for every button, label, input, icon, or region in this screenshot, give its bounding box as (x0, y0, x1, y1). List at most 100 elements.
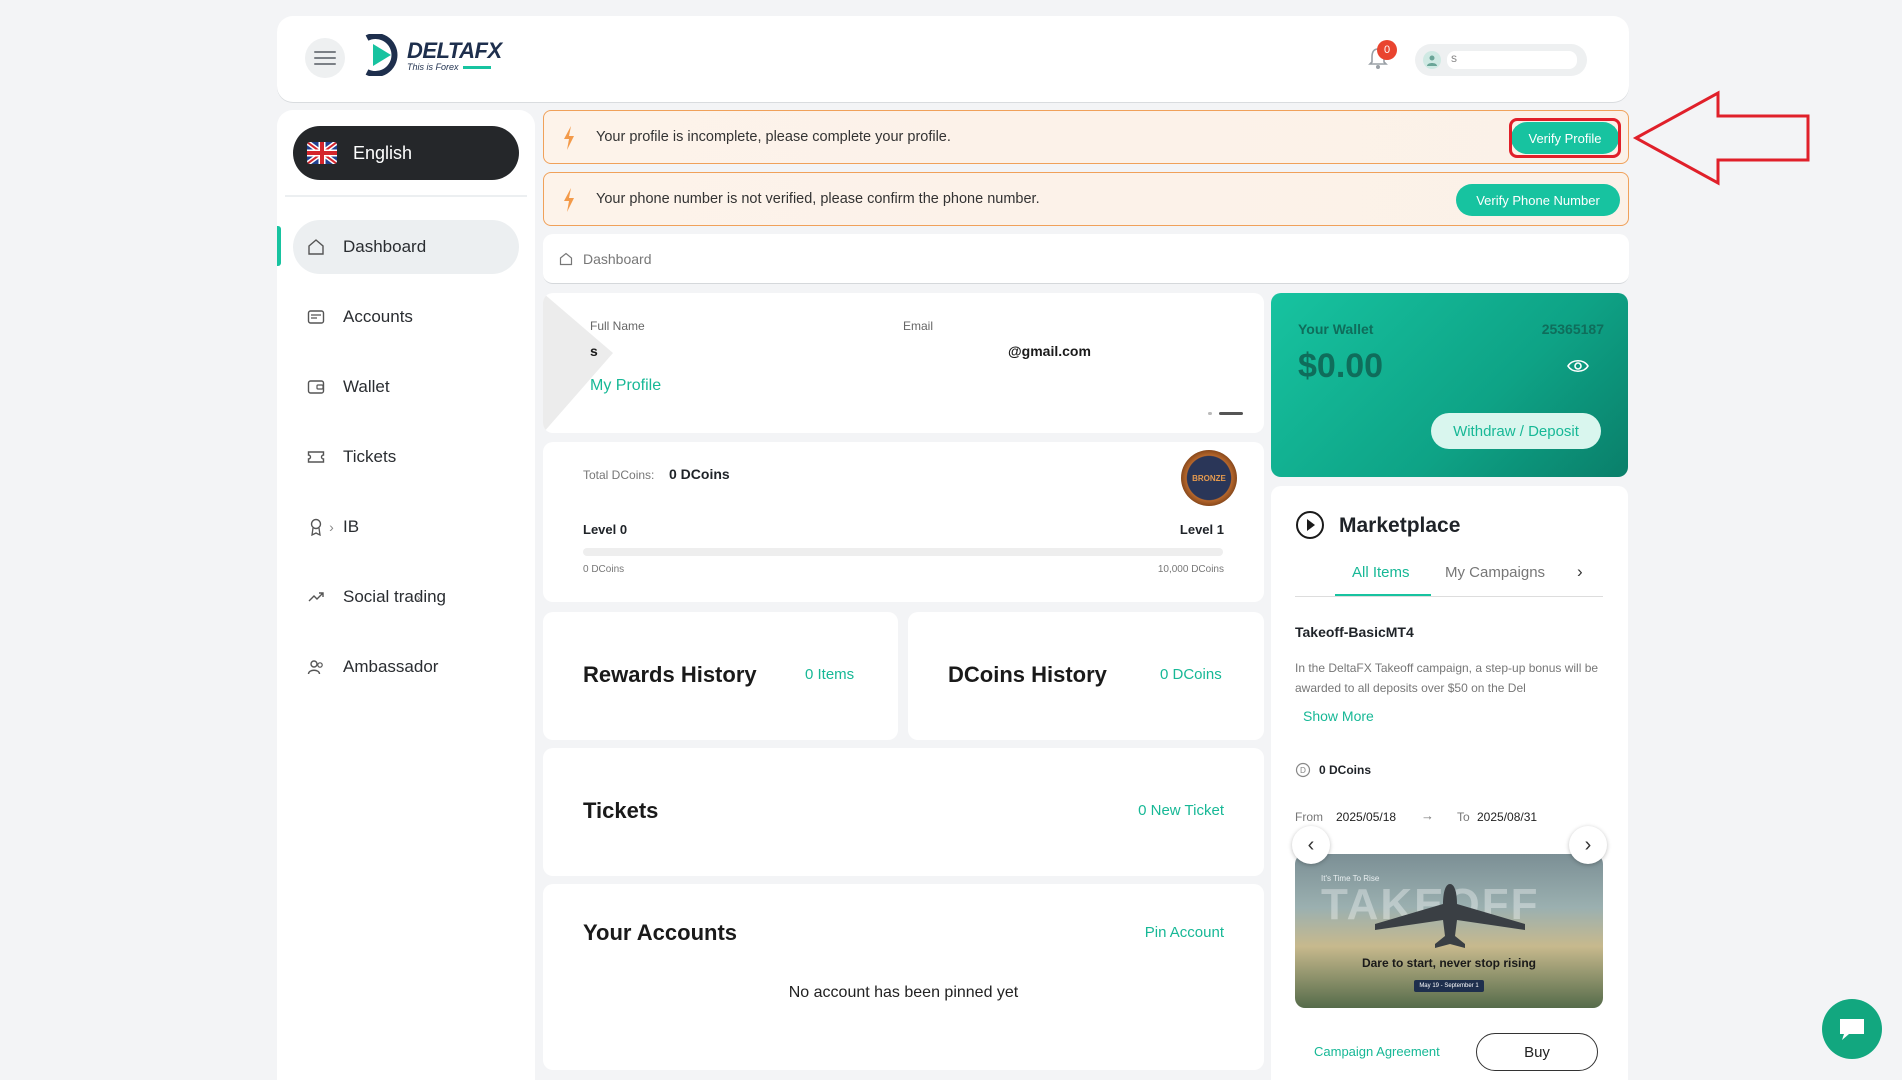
my-profile-link[interactable]: My Profile (590, 377, 661, 395)
sidebar-item-ib[interactable]: IB › (277, 492, 535, 562)
eye-icon[interactable] (1567, 359, 1589, 373)
show-more-link[interactable]: Show More (1303, 708, 1374, 724)
withdraw-deposit-button[interactable]: Withdraw / Deposit (1431, 413, 1601, 449)
marketplace-card: Marketplace All Items My Campaigns › Tak… (1271, 486, 1628, 1080)
bronze-badge-icon: BRONZE (1181, 450, 1237, 506)
sidebar-item-label: Accounts (343, 307, 413, 326)
sidebar-item-label: Ambassador (343, 657, 439, 676)
sidebar-item-label: IB (343, 517, 360, 536)
dcoin-icon: D (1295, 762, 1311, 778)
wallet-id: 25365187 (1541, 321, 1604, 337)
email-value: @gmail.com (1008, 343, 1091, 359)
rewards-history-count: 0 Items (805, 666, 855, 683)
sidebar-item-wallet[interactable]: Wallet (277, 352, 535, 422)
dcoins-progress-card: Total DCoins: 0 DCoins BRONZE Level 0 Le… (543, 442, 1264, 602)
new-ticket-link[interactable]: 0 New Ticket (1138, 802, 1224, 819)
campaign-title: Takeoff-BasicMT4 (1295, 624, 1414, 640)
tabs-scroll-right-icon[interactable]: › (1577, 562, 1583, 582)
ticket-icon (307, 451, 325, 463)
pin-account-link[interactable]: Pin Account (1145, 924, 1224, 941)
sidebar-item-label: Tickets (343, 447, 397, 466)
fullname-value: s (590, 343, 598, 359)
wallet-icon (307, 380, 325, 394)
to-date: 2025/08/31 (1477, 810, 1538, 824)
chat-support-button[interactable] (1822, 999, 1882, 1059)
carousel-dot-active[interactable] (1219, 412, 1243, 415)
breadcrumb: Dashboard (543, 234, 1629, 284)
carousel-next-button[interactable]: › (1569, 826, 1607, 864)
level-next: Level 1 (1179, 522, 1224, 537)
rewards-history-card[interactable]: Rewards History 0 Items (543, 612, 898, 740)
arrow-right-icon: → (1421, 808, 1434, 823)
wallet-card: Your Wallet 25365187 $0.00 Withdraw / De… (1271, 293, 1628, 477)
airplane-icon (1375, 884, 1525, 948)
top-header: DELTAFX This is Forex 0 s (277, 16, 1629, 102)
sidebar-nav: Dashboard Accounts Wallet Tickets IB › S… (277, 212, 535, 702)
chat-icon (1840, 1019, 1864, 1040)
deltafx-logo-icon (365, 34, 398, 76)
badge-label: BRONZE (1192, 473, 1226, 483)
to-label: To (1457, 810, 1470, 824)
total-dcoins-label: Total DCoins: (583, 468, 655, 482)
carousel-prev-button[interactable]: ‹ (1292, 826, 1330, 864)
home-icon (308, 239, 324, 255)
profile-card: Full Name s Email @gmail.com My Profile (543, 293, 1264, 433)
email-label: Email (903, 319, 934, 333)
fullname-label: Full Name (590, 319, 645, 333)
from-date: 2025/05/18 (1336, 810, 1397, 824)
tab-all-items[interactable]: All Items (1352, 564, 1410, 581)
profile-alert-text: Your profile is incomplete, please compl… (596, 129, 951, 145)
menu-toggle-button[interactable] (305, 38, 345, 78)
from-label: From (1295, 810, 1323, 824)
play-circle-icon (1296, 511, 1324, 539)
tickets-card: Tickets 0 New Ticket (543, 748, 1264, 876)
lightning-icon (564, 126, 574, 150)
home-icon[interactable] (559, 252, 573, 266)
sidebar-item-social-trading[interactable]: Social trading › (277, 562, 535, 632)
sidebar-item-label: Dashboard (343, 237, 427, 256)
dcoins-history-card[interactable]: DCoins History 0 DCoins (908, 612, 1264, 740)
people-icon (307, 660, 323, 675)
user-avatar-icon (1423, 51, 1441, 69)
wallet-title: Your Wallet (1298, 321, 1374, 337)
dcoins-history-title: DCoins History (948, 662, 1107, 687)
dcoins-history-count: 0 DCoins (1160, 666, 1222, 683)
verify-phone-button[interactable]: Verify Phone Number (1456, 184, 1620, 216)
language-selector[interactable]: English (293, 126, 519, 180)
level-current: Level 0 (583, 522, 628, 537)
user-menu[interactable]: s (1415, 44, 1587, 76)
breadcrumb-current: Dashboard (583, 250, 652, 267)
language-label: English (353, 142, 413, 163)
campaign-description: In the DeltaFX Takeoff campaign, a step-… (1295, 661, 1599, 695)
your-accounts-card: Your Accounts Pin Account No account has… (543, 884, 1264, 1070)
banner-caption: Dare to start, never stop rising (1361, 956, 1537, 970)
profile-incomplete-alert: Your profile is incomplete, please compl… (543, 110, 1629, 164)
sidebar-divider (285, 195, 527, 197)
sidebar-item-accounts[interactable]: Accounts (277, 282, 535, 352)
phone-unverified-alert: Your phone number is not verified, pleas… (543, 172, 1629, 226)
annotation-highlight-box (1509, 118, 1621, 158)
campaign-agreement-link[interactable]: Campaign Agreement (1314, 1044, 1440, 1059)
your-accounts-title: Your Accounts (583, 920, 738, 945)
decorative-logo-watermark (543, 293, 613, 433)
brand-logo[interactable]: DELTAFX This is Forex (361, 34, 502, 76)
buy-button[interactable]: Buy (1476, 1033, 1598, 1071)
brand-name: DELTAFX (407, 38, 502, 63)
rewards-history-title: Rewards History (583, 662, 757, 687)
sidebar-item-dashboard[interactable]: Dashboard (277, 212, 535, 282)
sidebar-item-ambassador[interactable]: Ambassador (277, 632, 535, 702)
range-max: 10,000 DCoins (1157, 564, 1224, 575)
campaign-dcoins: 0 DCoins (1319, 763, 1372, 777)
total-dcoins-value: 0 DCoins (669, 466, 730, 482)
sidebar-item-tickets[interactable]: Tickets (277, 422, 535, 492)
uk-flag-icon (307, 142, 337, 164)
carousel-dot[interactable] (1208, 412, 1212, 415)
tab-my-campaigns[interactable]: My Campaigns (1445, 564, 1545, 581)
level-progress-bar (583, 548, 1223, 556)
brand-tagline: This is Forex (407, 62, 459, 72)
campaign-banner[interactable]: It's Time To Rise TAKEOFF Dare to start,… (1295, 854, 1603, 1008)
accounts-icon (307, 310, 325, 324)
sidebar: English Dashboard Accounts Wallet Ticket… (277, 110, 535, 1080)
user-name: s (1447, 51, 1577, 69)
annotation-arrow-icon (1632, 90, 1810, 186)
